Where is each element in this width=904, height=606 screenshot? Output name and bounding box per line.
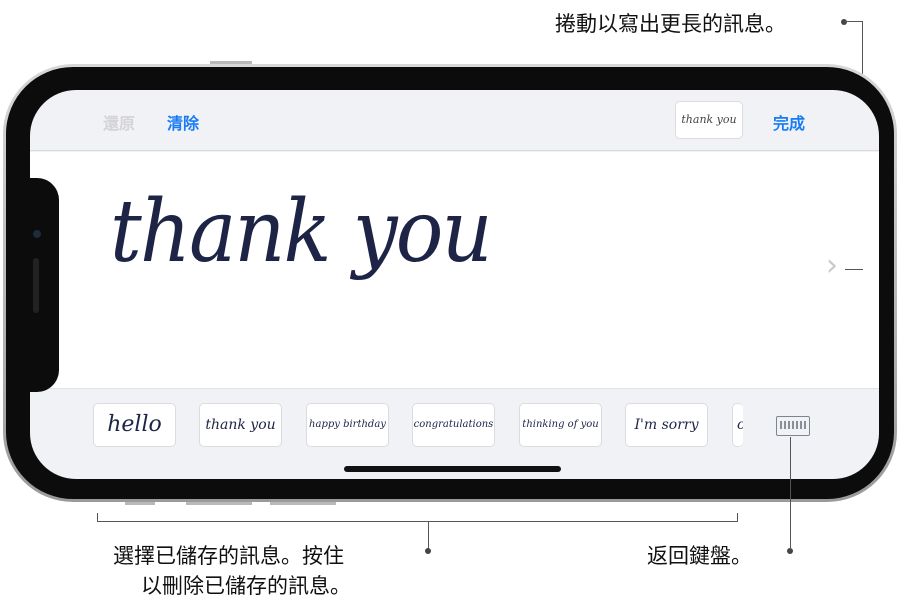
home-indicator bbox=[344, 466, 561, 472]
callout-line bbox=[790, 437, 791, 551]
saved-message[interactable]: happy birthday bbox=[306, 403, 389, 447]
keyboard-icon[interactable] bbox=[776, 416, 810, 436]
callout-saved-line1: 選擇已儲存的訊息。按住 bbox=[113, 544, 344, 568]
screen: 還原 清除 thank you 完成 thank you › hello tha… bbox=[30, 90, 879, 479]
side-button bbox=[210, 61, 252, 64]
callout-bracket bbox=[737, 513, 738, 522]
callout-line bbox=[428, 521, 429, 551]
saved-message[interactable]: thank you bbox=[199, 403, 282, 447]
callout-bracket bbox=[97, 521, 738, 522]
saved-message[interactable]: c bbox=[732, 403, 743, 447]
side-button bbox=[270, 502, 336, 505]
callout-keyboard: 返回鍵盤。 bbox=[647, 544, 752, 568]
callout-dot bbox=[425, 548, 431, 554]
saved-message[interactable]: I'm sorry bbox=[625, 403, 708, 447]
callout-line bbox=[845, 269, 863, 270]
clear-button[interactable]: 清除 bbox=[167, 110, 199, 134]
saved-message[interactable]: hello bbox=[93, 403, 176, 447]
saved-message[interactable]: congratulations bbox=[412, 403, 495, 447]
iphone-frame: 還原 清除 thank you 完成 thank you › hello tha… bbox=[3, 64, 897, 502]
handwriting-canvas[interactable]: thank you › bbox=[30, 152, 879, 389]
sensor-housing bbox=[27, 178, 59, 392]
callout-scroll: 捲動以寫出更長的訊息。 bbox=[555, 12, 786, 36]
chevron-right-icon[interactable]: › bbox=[826, 248, 838, 283]
side-button bbox=[186, 502, 252, 505]
callout-saved-line2: 以刪除已儲存的訊息。 bbox=[141, 574, 351, 598]
side-button bbox=[125, 502, 155, 505]
handwriting-text: thank you bbox=[110, 182, 493, 282]
camera-icon bbox=[33, 230, 41, 238]
callout-dot bbox=[841, 19, 847, 25]
speaker bbox=[33, 258, 39, 313]
callout-bracket bbox=[97, 513, 98, 522]
callout-line bbox=[844, 21, 863, 22]
undo-button[interactable]: 還原 bbox=[103, 110, 135, 134]
toolbar: 還原 清除 thank you 完成 bbox=[30, 90, 879, 151]
saved-message[interactable]: thinking of you bbox=[519, 403, 602, 447]
preview-thumbnail[interactable]: thank you bbox=[675, 101, 743, 139]
done-button[interactable]: 完成 bbox=[773, 110, 805, 134]
